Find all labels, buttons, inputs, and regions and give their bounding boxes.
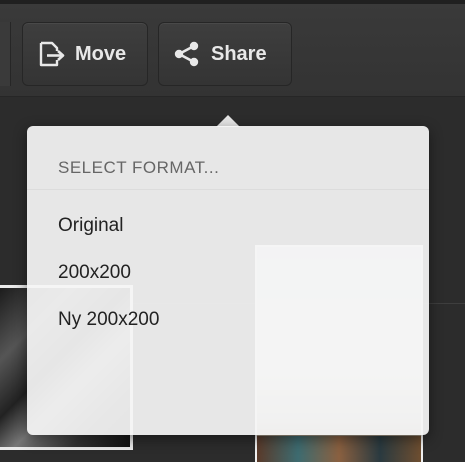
format-option-ny-200x200[interactable]: Ny 200x200 — [58, 309, 159, 331]
format-popover: SELECT FORMAT... Original 200x200 Ny 200… — [27, 126, 429, 435]
toolbar: Move Share — [0, 0, 465, 97]
share-icon — [173, 41, 201, 67]
toolbar-top-border — [0, 0, 465, 4]
thumbnail-detail — [257, 436, 421, 462]
format-option-200x200[interactable]: 200x200 — [58, 262, 131, 284]
move-button[interactable]: Move — [22, 22, 148, 86]
format-option-original[interactable]: Original — [58, 215, 123, 237]
toolbar-partial-button[interactable] — [0, 22, 11, 86]
move-button-label: Move — [75, 42, 127, 65]
select-format-heading: SELECT FORMAT... — [58, 158, 220, 177]
share-button[interactable]: Share — [158, 22, 292, 86]
move-icon — [37, 41, 65, 67]
share-button-label: Share — [211, 42, 267, 65]
popover-separator — [27, 189, 429, 190]
